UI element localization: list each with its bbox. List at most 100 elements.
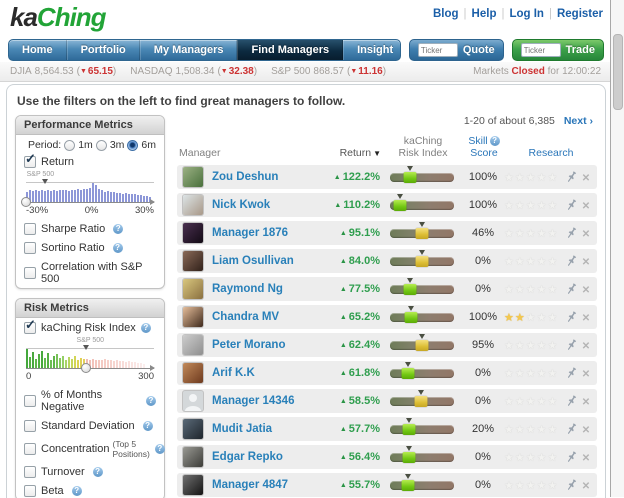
column-research[interactable]: Research <box>505 147 597 159</box>
star-icon[interactable] <box>515 168 526 186</box>
star-rating[interactable] <box>504 252 564 270</box>
star-icon[interactable] <box>537 168 548 186</box>
manager-avatar[interactable] <box>183 195 203 216</box>
manager-avatar[interactable] <box>183 335 203 356</box>
account-link[interactable]: Register <box>544 8 603 20</box>
remove-icon[interactable] <box>579 252 593 270</box>
star-icon[interactable] <box>504 196 515 214</box>
star-icon[interactable] <box>526 336 537 354</box>
star-icon[interactable] <box>548 448 559 466</box>
period-radio[interactable] <box>127 139 139 151</box>
star-icon[interactable] <box>515 196 526 214</box>
star-icon[interactable] <box>504 224 515 242</box>
star-icon[interactable] <box>537 224 548 242</box>
star-icon[interactable] <box>537 364 548 382</box>
remove-icon[interactable] <box>579 336 593 354</box>
star-icon[interactable] <box>526 252 537 270</box>
manager-name-link[interactable]: Edgar Repko <box>212 451 322 463</box>
trade-ticker-input[interactable] <box>520 43 561 57</box>
star-icon[interactable] <box>526 280 537 298</box>
filter-checkbox[interactable] <box>24 485 36 497</box>
star-icon[interactable] <box>548 308 559 326</box>
quote-ticker-input[interactable] <box>417 43 458 57</box>
nav-item[interactable]: My Managers <box>139 40 238 60</box>
account-link[interactable]: Log In <box>496 8 544 20</box>
star-icon[interactable] <box>504 448 515 466</box>
pin-icon[interactable] <box>564 367 579 379</box>
star-icon[interactable] <box>537 476 548 494</box>
star-icon[interactable] <box>537 280 548 298</box>
remove-icon[interactable] <box>579 224 593 242</box>
manager-avatar[interactable] <box>183 167 203 188</box>
help-icon[interactable] <box>146 396 156 406</box>
manager-avatar[interactable] <box>183 447 203 468</box>
star-icon[interactable] <box>504 336 515 354</box>
star-icon[interactable] <box>537 196 548 214</box>
pin-icon[interactable] <box>564 395 579 407</box>
help-icon[interactable] <box>142 421 153 431</box>
star-icon[interactable] <box>526 476 537 494</box>
manager-avatar[interactable] <box>183 223 203 244</box>
star-icon[interactable] <box>548 252 559 270</box>
help-icon[interactable] <box>113 224 124 234</box>
period-radio[interactable] <box>95 139 107 151</box>
filter-checkbox[interactable] <box>24 242 36 254</box>
star-icon[interactable] <box>548 392 559 410</box>
star-icon[interactable] <box>548 336 559 354</box>
remove-icon[interactable] <box>579 448 593 466</box>
help-icon[interactable] <box>92 467 103 477</box>
period-radio[interactable] <box>64 139 76 151</box>
star-icon[interactable] <box>515 392 526 410</box>
manager-name-link[interactable]: Arif K.K <box>212 367 322 379</box>
star-icon[interactable] <box>526 224 537 242</box>
manager-name-link[interactable]: Raymond Ng <box>212 283 322 295</box>
filter-checkbox[interactable] <box>24 420 36 432</box>
star-icon[interactable] <box>548 280 559 298</box>
remove-icon[interactable] <box>579 168 593 186</box>
star-rating[interactable] <box>504 168 564 186</box>
remove-icon[interactable] <box>579 392 593 410</box>
kaching-logo[interactable]: kaChing <box>10 2 107 33</box>
remove-icon[interactable] <box>579 420 593 438</box>
help-icon[interactable] <box>140 323 151 333</box>
pagination-next-link[interactable]: Next › <box>564 115 593 127</box>
star-icon[interactable] <box>515 224 526 242</box>
manager-avatar[interactable] <box>183 307 203 328</box>
manager-name-link[interactable]: Chandra MV <box>212 311 322 323</box>
filter-checkbox[interactable] <box>24 223 36 235</box>
star-icon[interactable] <box>515 280 526 298</box>
star-icon[interactable] <box>515 364 526 382</box>
pin-icon[interactable] <box>564 227 579 239</box>
pin-icon[interactable] <box>564 255 579 267</box>
star-rating[interactable] <box>504 336 564 354</box>
trade-button[interactable]: Trade <box>566 44 595 56</box>
remove-icon[interactable] <box>579 476 593 494</box>
manager-name-link[interactable]: Nick Kwok <box>212 199 322 211</box>
star-icon[interactable] <box>526 448 537 466</box>
pin-icon[interactable] <box>564 423 579 435</box>
star-icon[interactable] <box>515 308 526 326</box>
star-icon[interactable] <box>526 420 537 438</box>
remove-icon[interactable] <box>579 308 593 326</box>
star-icon[interactable] <box>548 364 559 382</box>
star-icon[interactable] <box>537 308 548 326</box>
manager-avatar[interactable] <box>183 419 203 440</box>
manager-avatar[interactable] <box>183 251 203 272</box>
manager-name-link[interactable]: Manager 14346 <box>212 395 322 407</box>
star-icon[interactable] <box>504 476 515 494</box>
star-icon[interactable] <box>515 448 526 466</box>
star-icon[interactable] <box>526 168 537 186</box>
star-icon[interactable] <box>515 252 526 270</box>
help-icon[interactable] <box>71 486 82 496</box>
manager-avatar[interactable] <box>183 279 203 300</box>
remove-icon[interactable] <box>579 364 593 382</box>
star-icon[interactable] <box>504 280 515 298</box>
manager-name-link[interactable]: Peter Morano <box>212 339 322 351</box>
manager-avatar[interactable] <box>183 363 203 384</box>
manager-avatar[interactable] <box>183 391 203 412</box>
help-icon[interactable] <box>489 136 500 146</box>
help-icon[interactable] <box>112 243 123 253</box>
scrollbar-track[interactable] <box>610 0 624 497</box>
pin-icon[interactable] <box>564 479 579 491</box>
star-rating[interactable] <box>504 224 564 242</box>
